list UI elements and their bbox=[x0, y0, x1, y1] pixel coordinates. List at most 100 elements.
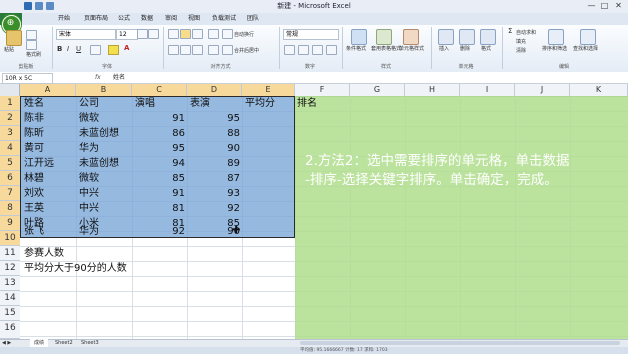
align-left-icon[interactable] bbox=[168, 45, 179, 55]
autosum-icon[interactable]: Σ bbox=[508, 27, 512, 35]
row-header[interactable]: 11 bbox=[0, 246, 20, 261]
row-header[interactable]: 16 bbox=[0, 321, 20, 339]
fill-color-icon[interactable] bbox=[108, 45, 119, 55]
table-cell[interactable]: 86 bbox=[132, 126, 185, 141]
delete-cells-button[interactable]: 删除 bbox=[460, 45, 470, 52]
wrap-text-icon[interactable] bbox=[222, 29, 233, 39]
table-cell[interactable]: 黄可 bbox=[24, 141, 44, 156]
table-cell[interactable]: 华为 bbox=[79, 141, 99, 156]
currency-icon[interactable] bbox=[284, 45, 295, 55]
align-bottom-icon[interactable] bbox=[192, 29, 203, 39]
tab-data[interactable]: 数据 bbox=[141, 13, 153, 25]
column-header-c[interactable]: C bbox=[132, 84, 187, 96]
column-header-j[interactable]: J bbox=[515, 84, 570, 96]
column-header-d[interactable]: D bbox=[187, 84, 242, 96]
close-button[interactable]: ✕ bbox=[613, 1, 624, 11]
find-select-icon[interactable] bbox=[580, 29, 596, 45]
header-cell-name[interactable]: 姓名 bbox=[24, 96, 44, 111]
row-header[interactable]: 15 bbox=[0, 306, 20, 321]
clear-button[interactable]: 清除 bbox=[516, 47, 526, 54]
row-header[interactable]: 4 bbox=[0, 141, 20, 156]
insert-cells-icon[interactable] bbox=[438, 29, 454, 45]
sort-filter-icon[interactable] bbox=[548, 29, 564, 45]
table-cell[interactable]: 刘欢 bbox=[24, 186, 44, 201]
sheet-nav-icon[interactable]: ◀ ▶ bbox=[2, 339, 11, 347]
save-icon[interactable] bbox=[24, 2, 32, 10]
table-cell[interactable]: 江开远 bbox=[24, 156, 54, 171]
header-cell-singing[interactable]: 演唱 bbox=[135, 96, 155, 111]
copy-icon[interactable] bbox=[26, 40, 37, 50]
maximize-button[interactable]: □ bbox=[599, 1, 610, 11]
decrease-indent-icon[interactable] bbox=[208, 45, 219, 55]
above-90-count-label[interactable]: 平均分大于90分的人数 bbox=[24, 261, 127, 276]
redo-icon[interactable] bbox=[46, 2, 54, 10]
orientation-icon[interactable] bbox=[208, 29, 219, 39]
tab-team[interactable]: 团队 bbox=[247, 13, 259, 25]
align-right-icon[interactable] bbox=[192, 45, 203, 55]
font-size-select[interactable]: 12 bbox=[116, 29, 138, 40]
paste-button[interactable]: 粘贴 bbox=[4, 46, 14, 53]
bold-button[interactable]: B bbox=[57, 45, 62, 53]
header-cell-performance[interactable]: 表演 bbox=[190, 96, 210, 111]
table-cell[interactable]: 陈昕 bbox=[24, 126, 44, 141]
row-header[interactable]: 8 bbox=[0, 201, 20, 216]
column-header-i[interactable]: I bbox=[460, 84, 515, 96]
sort-filter-button[interactable]: 排序和筛选 bbox=[542, 45, 567, 52]
row-header[interactable]: 13 bbox=[0, 276, 20, 291]
borders-icon[interactable] bbox=[90, 45, 101, 55]
find-select-button[interactable]: 查找和选择 bbox=[573, 45, 598, 52]
tab-load-test[interactable]: 负载测试 bbox=[212, 13, 236, 25]
column-header-a[interactable]: A bbox=[20, 84, 76, 96]
select-all-button[interactable] bbox=[0, 84, 20, 96]
row-header[interactable]: 10 bbox=[0, 231, 20, 246]
table-cell[interactable]: 中兴 bbox=[79, 201, 99, 216]
row-header[interactable]: 12 bbox=[0, 261, 20, 276]
sheet-tab-3[interactable]: Sheet3 bbox=[78, 339, 102, 347]
font-color-button[interactable]: A bbox=[124, 44, 129, 52]
tab-formulas[interactable]: 公式 bbox=[118, 13, 130, 25]
tab-page-layout[interactable]: 页面布局 bbox=[84, 13, 108, 25]
table-cell[interactable]: 微软 bbox=[79, 171, 99, 186]
table-cell[interactable]: 95 bbox=[132, 141, 185, 156]
format-cells-button[interactable]: 格式 bbox=[481, 45, 491, 52]
conditional-format-button[interactable]: 条件格式 bbox=[346, 45, 366, 52]
table-cell[interactable]: 张飞 bbox=[24, 224, 44, 239]
column-header-h[interactable]: H bbox=[405, 84, 460, 96]
row-header[interactable]: 9 bbox=[0, 216, 20, 231]
cell-styles-icon[interactable] bbox=[403, 29, 419, 45]
merge-center-button[interactable]: 合并后居中 bbox=[234, 47, 259, 54]
table-cell[interactable]: 92 bbox=[187, 201, 240, 216]
insert-cells-button[interactable]: 插入 bbox=[439, 45, 449, 52]
decimal-icon[interactable] bbox=[326, 45, 337, 55]
column-header-e[interactable]: E bbox=[242, 84, 295, 96]
table-cell[interactable]: 未蓝创想 bbox=[79, 126, 119, 141]
percent-icon[interactable] bbox=[298, 45, 309, 55]
table-cell[interactable]: 87 bbox=[187, 171, 240, 186]
delete-cells-icon[interactable] bbox=[459, 29, 475, 45]
table-cell[interactable]: 王英 bbox=[24, 201, 44, 216]
table-cell[interactable]: 陈非 bbox=[24, 111, 44, 126]
align-middle-icon[interactable] bbox=[180, 29, 191, 39]
comma-style-icon[interactable] bbox=[312, 45, 323, 55]
merge-center-icon[interactable] bbox=[222, 45, 233, 55]
sheet-tab-1[interactable]: 成绩 bbox=[30, 339, 49, 347]
row-header[interactable]: 6 bbox=[0, 171, 20, 186]
align-top-icon[interactable] bbox=[168, 29, 179, 39]
row-header[interactable]: 14 bbox=[0, 291, 20, 306]
table-cell[interactable]: 林碧 bbox=[24, 171, 44, 186]
tab-home[interactable]: 开始 bbox=[58, 13, 70, 25]
font-name-select[interactable]: 宋体 bbox=[56, 29, 116, 40]
autosum-button[interactable]: 自动求和 bbox=[516, 29, 536, 36]
minimize-button[interactable]: — bbox=[586, 1, 597, 11]
conditional-format-icon[interactable] bbox=[351, 29, 367, 45]
table-cell[interactable]: 89 bbox=[187, 156, 240, 171]
header-cell-company[interactable]: 公司 bbox=[79, 96, 99, 111]
row-header[interactable]: 7 bbox=[0, 186, 20, 201]
tab-review[interactable]: 审阅 bbox=[165, 13, 177, 25]
number-format-select[interactable]: 常规 bbox=[283, 29, 339, 40]
table-cell[interactable]: 91 bbox=[132, 111, 185, 126]
paste-icon[interactable] bbox=[6, 30, 22, 46]
table-cell[interactable]: 93 bbox=[187, 186, 240, 201]
sheet-tab-2[interactable]: Sheet2 bbox=[52, 339, 76, 347]
cut-icon[interactable] bbox=[26, 30, 37, 40]
